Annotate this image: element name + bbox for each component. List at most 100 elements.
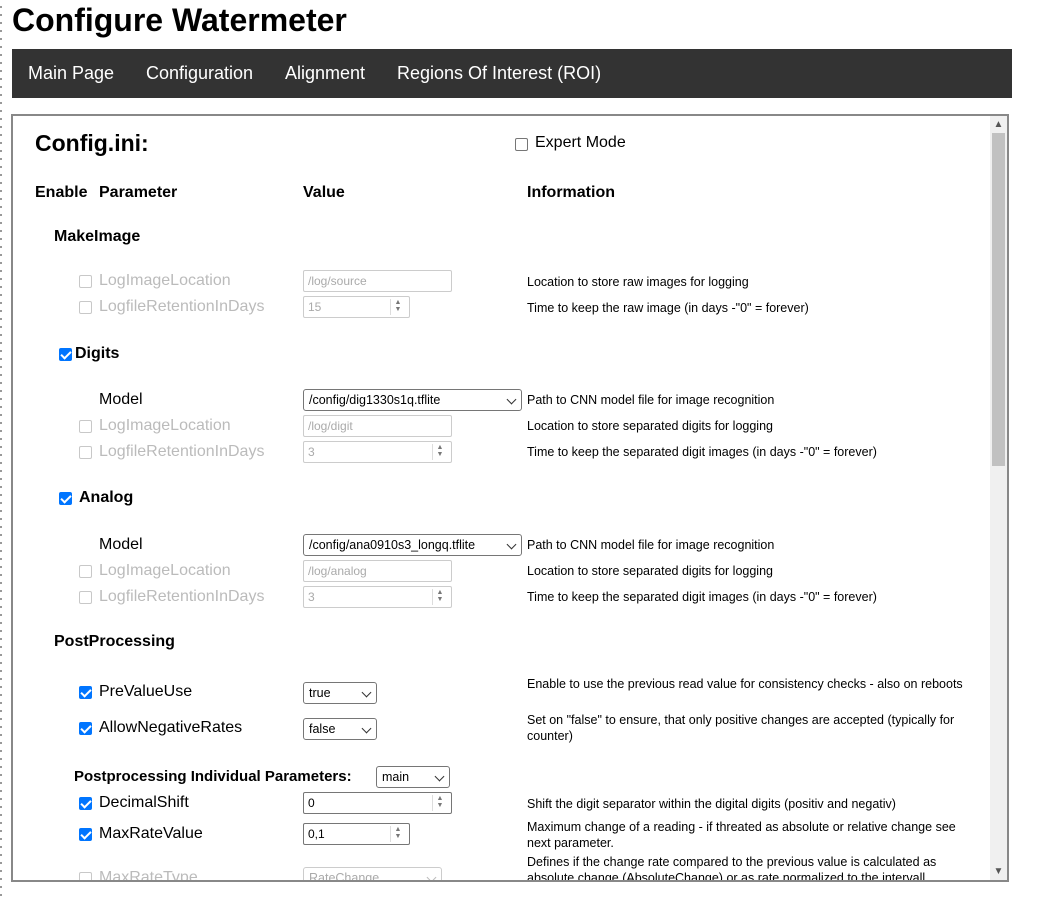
scrollbar-thumb[interactable] bbox=[992, 133, 1005, 466]
stepper-value: 15 bbox=[308, 300, 322, 314]
select-value: /config/dig1330s1q.tflite bbox=[309, 393, 441, 407]
section-makeimage: MakeImage bbox=[54, 228, 141, 245]
spinner-icon[interactable]: ▲ ▼ bbox=[432, 589, 447, 605]
allownegativerates-checkbox[interactable] bbox=[79, 722, 92, 735]
info-text: Defines if the change rate compared to t… bbox=[527, 855, 937, 880]
analog-enable-checkbox[interactable] bbox=[59, 492, 72, 505]
individual-parameters-label: Postprocessing Individual Parameters: bbox=[74, 768, 352, 785]
digits-enable-checkbox[interactable] bbox=[59, 348, 72, 361]
stepper-value: 3 bbox=[308, 445, 315, 459]
analog-model-select[interactable]: /config/ana0910s3_longq.tflite bbox=[303, 534, 522, 556]
nav-configuration[interactable]: Configuration bbox=[146, 49, 253, 98]
logfileretention-stepper[interactable]: 3 ▲ ▼ bbox=[303, 586, 452, 608]
logimagelocation-input[interactable]: /log/analog bbox=[303, 560, 452, 582]
info-text: Location to store raw images for logging bbox=[527, 275, 749, 289]
info-text: Location to store separated digits for l… bbox=[527, 419, 773, 433]
param-label: MaxRateValue bbox=[99, 825, 203, 842]
param-label: LogfileRetentionInDays bbox=[99, 298, 265, 315]
stepper-value: 0 bbox=[308, 796, 315, 810]
chevron-down-icon bbox=[361, 687, 372, 698]
vertical-scrollbar[interactable]: ▲ ▼ bbox=[990, 116, 1007, 880]
param-label: LogfileRetentionInDays bbox=[99, 588, 265, 605]
logfileretention-stepper[interactable]: 3 ▲ ▼ bbox=[303, 441, 452, 463]
header-information: Information bbox=[527, 184, 615, 201]
select-value: true bbox=[309, 686, 331, 700]
spinner-icon[interactable]: ▲ ▼ bbox=[390, 826, 405, 842]
digits-model-select[interactable]: /config/dig1330s1q.tflite bbox=[303, 389, 522, 411]
param-label: LogfileRetentionInDays bbox=[99, 443, 265, 460]
prevalueuse-checkbox[interactable] bbox=[79, 686, 92, 699]
info-text: Time to keep the raw image (in days -"0"… bbox=[527, 301, 809, 315]
header-enable: Enable bbox=[35, 184, 88, 201]
navbar: Main Page Configuration Alignment Region… bbox=[12, 49, 1012, 98]
maxratevalue-stepper[interactable]: 0,1 ▲ ▼ bbox=[303, 823, 410, 845]
stepper-value: 3 bbox=[308, 590, 315, 604]
logimagelocation-checkbox[interactable] bbox=[79, 420, 92, 433]
info-text: Maximum change of a reading - if threate… bbox=[527, 820, 956, 850]
info-text: Path to CNN model file for image recogni… bbox=[527, 538, 775, 552]
param-label: Model bbox=[99, 391, 143, 408]
scroll-up-icon[interactable]: ▲ bbox=[990, 116, 1007, 133]
param-label: DecimalShift bbox=[99, 794, 189, 811]
individual-parameters-select[interactable]: main bbox=[376, 766, 450, 788]
param-label: Model bbox=[99, 536, 143, 553]
chevron-down-icon bbox=[361, 723, 372, 734]
param-label: LogImageLocation bbox=[99, 417, 231, 434]
logfileretention-stepper[interactable]: 15 ▲ ▼ bbox=[303, 296, 410, 318]
chevron-down-icon bbox=[426, 872, 437, 880]
param-label: LogImageLocation bbox=[99, 272, 231, 289]
logimagelocation-input[interactable]: /log/digit bbox=[303, 415, 452, 437]
param-label: AllowNegativeRates bbox=[99, 719, 243, 736]
header-value: Value bbox=[303, 184, 345, 201]
param-label: MaxRateType bbox=[99, 869, 198, 880]
expert-mode-label: Expert Mode bbox=[535, 134, 626, 151]
window-edge bbox=[0, 0, 2, 899]
allownegativerates-select[interactable]: false bbox=[303, 718, 377, 740]
select-value: false bbox=[309, 722, 336, 736]
decimalshift-checkbox[interactable] bbox=[79, 797, 92, 810]
maxratetype-select[interactable]: RateChange bbox=[303, 867, 442, 880]
param-label: PreValueUse bbox=[99, 683, 193, 700]
stepper-value: 0,1 bbox=[308, 827, 325, 841]
chevron-down-icon bbox=[506, 394, 517, 405]
info-text: Location to store separated digits for l… bbox=[527, 564, 773, 578]
config-frame: Config.ini: Expert Mode Enable Parameter… bbox=[11, 114, 1009, 882]
chevron-down-icon bbox=[506, 539, 517, 550]
config-title: Config.ini: bbox=[35, 130, 149, 156]
config-content: Config.ini: Expert Mode Enable Parameter… bbox=[13, 116, 993, 880]
page-title: Configure Watermeter bbox=[12, 2, 347, 38]
maxratetype-checkbox[interactable] bbox=[79, 872, 92, 880]
spinner-icon[interactable]: ▲ ▼ bbox=[432, 795, 447, 811]
info-text: Set on "false" to ensure, that only posi… bbox=[527, 713, 955, 743]
nav-alignment[interactable]: Alignment bbox=[285, 49, 365, 98]
section-postprocessing: PostProcessing bbox=[54, 633, 175, 650]
info-text: Time to keep the separated digit images … bbox=[527, 445, 877, 459]
logfileretention-checkbox[interactable] bbox=[79, 446, 92, 459]
select-value: /config/ana0910s3_longq.tflite bbox=[309, 538, 476, 552]
section-analog: Analog bbox=[79, 489, 134, 506]
info-text: Path to CNN model file for image recogni… bbox=[527, 393, 775, 407]
scroll-down-icon[interactable]: ▼ bbox=[990, 863, 1007, 880]
maxratevalue-checkbox[interactable] bbox=[79, 828, 92, 841]
logfileretention-checkbox[interactable] bbox=[79, 301, 92, 314]
header-parameter: Parameter bbox=[99, 184, 178, 201]
info-text: Enable to use the previous read value fo… bbox=[527, 677, 963, 691]
logfileretention-checkbox[interactable] bbox=[79, 591, 92, 604]
expert-mode-checkbox[interactable] bbox=[515, 138, 528, 151]
info-text: Time to keep the separated digit images … bbox=[527, 590, 877, 604]
nav-main-page[interactable]: Main Page bbox=[28, 49, 114, 98]
nav-roi[interactable]: Regions Of Interest (ROI) bbox=[397, 49, 601, 98]
spinner-icon[interactable]: ▲ ▼ bbox=[390, 299, 405, 315]
logimagelocation-checkbox[interactable] bbox=[79, 275, 92, 288]
select-value: RateChange bbox=[309, 871, 380, 880]
chevron-down-icon bbox=[434, 771, 445, 782]
logimagelocation-checkbox[interactable] bbox=[79, 565, 92, 578]
logimagelocation-input[interactable]: /log/source bbox=[303, 270, 452, 292]
section-digits: Digits bbox=[75, 345, 120, 362]
param-label: LogImageLocation bbox=[99, 562, 231, 579]
info-text: Shift the digit separator within the dig… bbox=[527, 797, 896, 811]
select-value: main bbox=[382, 770, 410, 784]
spinner-icon[interactable]: ▲ ▼ bbox=[432, 444, 447, 460]
decimalshift-stepper[interactable]: 0 ▲ ▼ bbox=[303, 792, 452, 814]
prevalueuse-select[interactable]: true bbox=[303, 682, 377, 704]
